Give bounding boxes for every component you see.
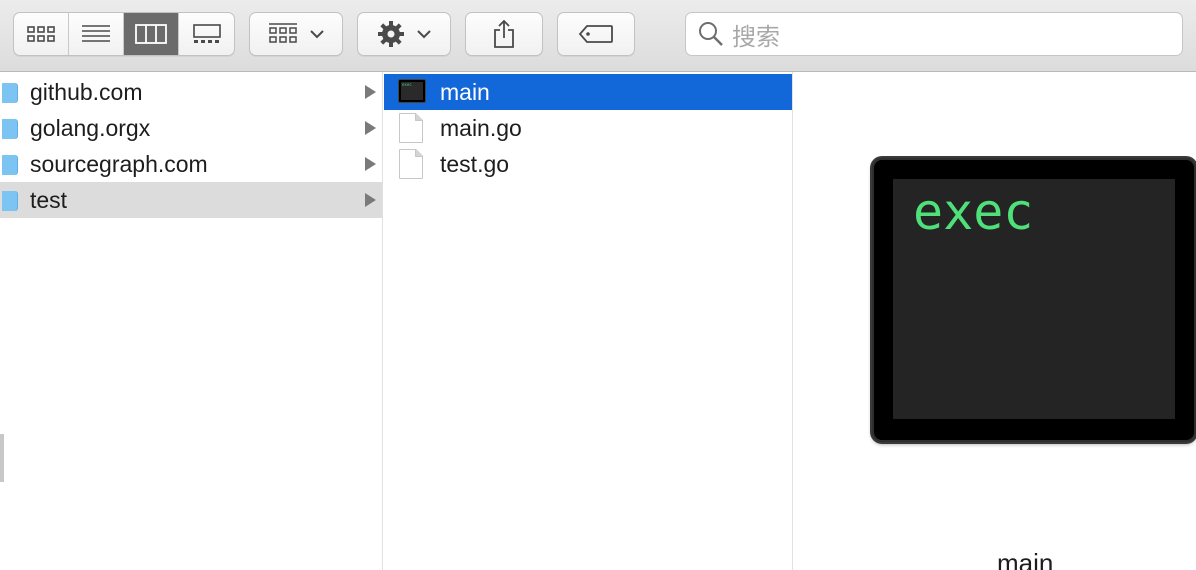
folder-icon — [2, 191, 18, 211]
share-button[interactable] — [465, 12, 543, 56]
gallery-view-button[interactable] — [179, 13, 234, 55]
file-label: test.go — [440, 150, 510, 177]
folder-label: test — [30, 186, 68, 213]
folder-icon — [2, 155, 18, 175]
chevron-down-icon — [417, 30, 431, 39]
terminal-screen: exec — [893, 179, 1175, 419]
arrange-icon — [269, 23, 297, 43]
search-placeholder: 搜索 — [732, 23, 780, 51]
arrange-button[interactable] — [249, 12, 343, 56]
column-view-button[interactable] — [124, 13, 179, 55]
file-label: main — [440, 78, 490, 105]
action-button[interactable] — [357, 12, 451, 56]
list-view-button[interactable] — [69, 13, 124, 55]
executable-preview-icon: exec — [872, 158, 1196, 442]
file-row-test-go[interactable]: test.go — [384, 146, 792, 182]
file-label: main.go — [440, 114, 522, 141]
icon-view-button[interactable] — [14, 13, 69, 55]
document-icon — [399, 113, 423, 143]
gallery-icon — [192, 24, 221, 43]
search-icon — [699, 22, 723, 46]
share-icon — [494, 19, 514, 48]
folder-label: golang.orgx — [30, 114, 151, 141]
list-icon — [82, 25, 110, 42]
document-icon — [399, 149, 423, 179]
toolbar: 搜索 — [0, 0, 1196, 72]
disclosure-triangle-icon — [365, 85, 376, 99]
gear-icon — [378, 21, 404, 47]
columns-icon — [135, 24, 167, 44]
folder-icon — [2, 119, 18, 139]
view-mode-control — [13, 12, 235, 56]
file-column: exec main main.go test.go — [384, 72, 793, 570]
folder-icon — [2, 83, 18, 103]
chevron-down-icon — [310, 30, 324, 39]
folder-row-github[interactable]: github.com — [0, 74, 382, 110]
search-field[interactable]: 搜索 — [685, 12, 1183, 56]
tag-button[interactable] — [557, 12, 635, 56]
disclosure-triangle-icon — [365, 157, 376, 171]
disclosure-triangle-icon — [365, 193, 376, 207]
file-row-main[interactable]: exec main — [384, 74, 792, 110]
folder-column: github.com golang.orgx sourcegraph.com t… — [0, 72, 383, 570]
file-row-main-go[interactable]: main.go — [384, 110, 792, 146]
folder-row-golang[interactable]: golang.orgx — [0, 110, 382, 146]
folder-row-sourcegraph[interactable]: sourcegraph.com — [0, 146, 382, 182]
folder-label: github.com — [30, 78, 143, 105]
exec-label: exec — [913, 183, 1034, 241]
preview-file-name: main — [997, 548, 1054, 570]
disclosure-triangle-icon — [365, 121, 376, 135]
executable-icon: exec — [398, 79, 426, 103]
tag-icon — [578, 25, 613, 43]
folder-label: sourcegraph.com — [30, 150, 208, 177]
icon-grid-icon — [27, 26, 55, 42]
window-edge — [0, 434, 4, 482]
preview-pane: exec main — [794, 72, 1196, 570]
folder-row-test[interactable]: test — [0, 182, 382, 218]
